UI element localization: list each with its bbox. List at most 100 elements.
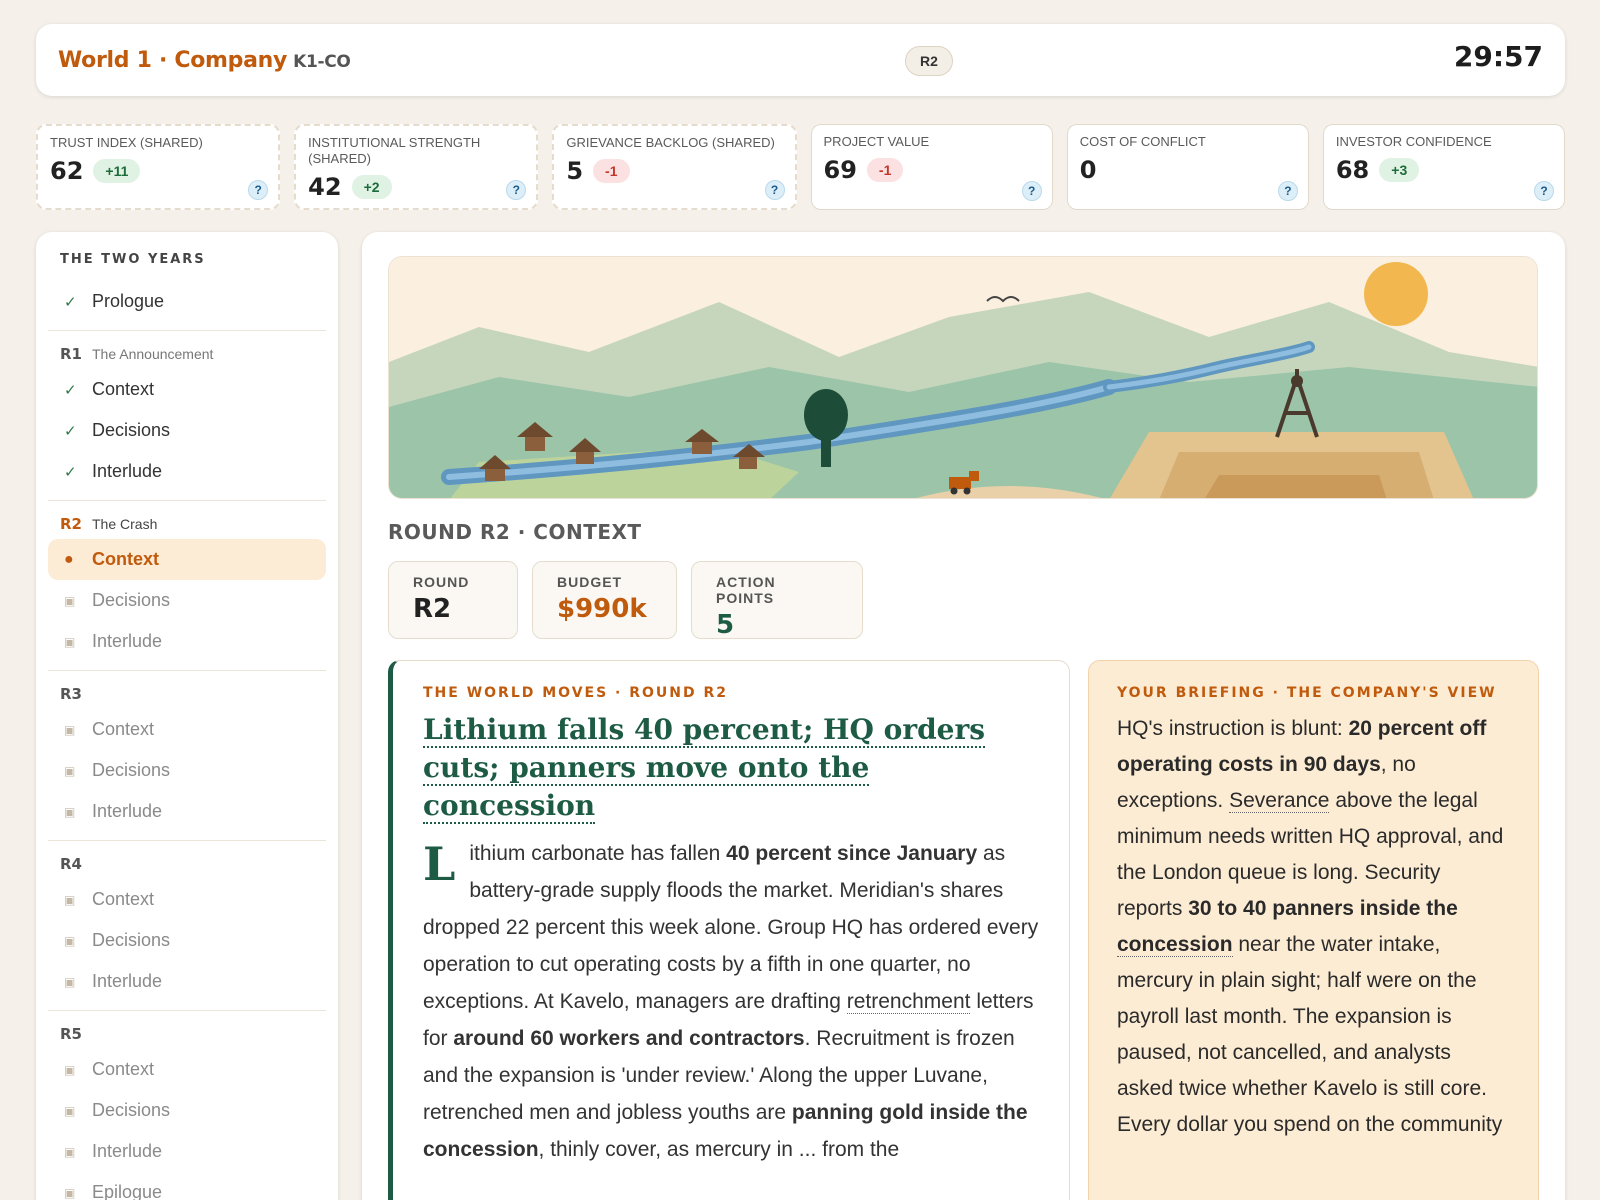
- round-title: The Crash: [92, 516, 158, 532]
- sidebar-item-label: Interlude: [92, 631, 163, 651]
- metric-card: TRUST INDEX (SHARED) 62 +11?: [36, 124, 281, 210]
- emphasis-text: 30 to 40 panners inside the: [1188, 897, 1458, 920]
- main-panel: ROUND R2 · CONTEXT ROUND R2 BUDGET $990k…: [362, 232, 1565, 1200]
- divider: [48, 330, 326, 331]
- metric-value: 5: [566, 157, 584, 185]
- lock-icon: ▣: [64, 1144, 76, 1159]
- body-text: near the water intake, mercury in plain …: [1117, 933, 1503, 1136]
- help-icon[interactable]: ?: [248, 180, 269, 200]
- sidebar-item-label: Interlude: [92, 461, 163, 481]
- help-icon[interactable]: ?: [1277, 181, 1298, 201]
- sidebar: THE TWO YEARS ✓ Prologue R1 The Announcem…: [36, 232, 338, 1200]
- body-text: , thinly cover, as mercury in ... from t…: [538, 1138, 900, 1161]
- metric-label: INVESTOR CONFIDENCE: [1335, 134, 1492, 149]
- action-points-stat-card: ACTION POINTS 5: [691, 561, 863, 640]
- company-code: K1-CO: [293, 51, 351, 72]
- sidebar-item-context[interactable]: ● Context: [48, 539, 326, 580]
- help-icon[interactable]: ?: [764, 180, 785, 200]
- metric-delta-badge: +3: [1379, 158, 1420, 182]
- glossary-term[interactable]: concession: [1117, 933, 1233, 957]
- title-separator: ·: [151, 47, 175, 73]
- sidebar-item-decisions[interactable]: ▣ Decisions: [48, 920, 326, 961]
- briefing-body: HQ's instruction is blunt: 20 percent of…: [1117, 711, 1510, 1143]
- divider: [48, 840, 326, 841]
- budget-stat-card: BUDGET $990k: [532, 561, 677, 639]
- tree-icon: [804, 389, 848, 441]
- glossary-term[interactable]: retrenchment: [846, 990, 971, 1014]
- emphasis-text: 40 percent since January: [726, 842, 978, 865]
- sidebar-item-label: Epilogue: [92, 1182, 163, 1200]
- check-icon: ✓: [64, 381, 77, 399]
- round-heading: R2 The Crash: [48, 515, 326, 533]
- sidebar-item-context[interactable]: ▣ Context: [48, 879, 326, 920]
- sidebar-item-context[interactable]: ▣ Context: [48, 1049, 326, 1090]
- sidebar-item-label: Decisions: [92, 1100, 171, 1120]
- sidebar-item-interlude[interactable]: ✓ Interlude: [48, 451, 326, 492]
- round-stat-card: ROUND R2: [388, 561, 518, 639]
- sidebar-item-decisions[interactable]: ▣ Decisions: [48, 750, 326, 791]
- news-body: Lithium carbonate has fallen 40 percent …: [423, 835, 1039, 1168]
- sidebar-item-label: Context: [92, 549, 159, 569]
- round-code: R2: [60, 515, 82, 533]
- divider: [48, 500, 326, 501]
- divider: [48, 670, 326, 671]
- countdown-timer: 29:57: [1453, 40, 1543, 73]
- metric-delta-badge: +2: [351, 175, 392, 199]
- sidebar-item-label: Prologue: [92, 291, 165, 311]
- sidebar-item-label: Context: [92, 1059, 155, 1079]
- sidebar-item-context[interactable]: ✓ Context: [48, 369, 326, 410]
- round-title: The Announcement: [92, 346, 214, 362]
- lock-icon: ▣: [64, 892, 76, 907]
- stat-value: 5: [716, 610, 735, 640]
- sidebar-item-label: Decisions: [92, 760, 171, 780]
- landscape-illustration: [388, 256, 1538, 499]
- sidebar-item-decisions[interactable]: ▣ Decisions: [48, 1090, 326, 1131]
- briefing-panel: YOUR BRIEFING · THE COMPANY'S VIEW HQ's …: [1088, 660, 1539, 1200]
- briefing-kicker: YOUR BRIEFING · THE COMPANY'S VIEW: [1117, 685, 1497, 701]
- drop-cap: L: [423, 837, 456, 891]
- lock-icon: ▣: [64, 974, 76, 989]
- metric-card: INSTITUTIONAL STRENGTH (SHARED) 42 +2?: [294, 124, 539, 210]
- metric-delta-badge: -1: [593, 159, 630, 183]
- lock-icon: ▣: [64, 763, 76, 778]
- stat-value: $990k: [557, 594, 647, 624]
- sidebar-item-interlude[interactable]: ▣ Interlude: [48, 621, 326, 662]
- emphasis-text: around 60 workers and contractors: [453, 1027, 805, 1050]
- sidebar-item-interlude[interactable]: ▣ Interlude: [48, 961, 326, 1002]
- sidebar-item-prologue[interactable]: ✓ Prologue: [48, 281, 326, 322]
- sidebar-item-label: Decisions: [92, 590, 171, 610]
- world-company-title: World 1 · Company K1-CO: [58, 48, 351, 73]
- lock-icon: ▣: [64, 722, 76, 737]
- sidebar-item-context[interactable]: ▣ Context: [48, 709, 326, 750]
- check-icon: ✓: [64, 293, 77, 311]
- metric-value: 69: [823, 156, 857, 184]
- sidebar-item-label: Interlude: [92, 1141, 163, 1161]
- landscape-svg: [389, 257, 1537, 498]
- metric-label: INSTITUTIONAL STRENGTH (SHARED): [308, 135, 481, 166]
- metric-value: 68: [1335, 156, 1370, 184]
- lock-icon: ▣: [64, 1062, 76, 1077]
- round-code: R3: [60, 685, 82, 703]
- sidebar-item-label: Context: [92, 889, 155, 909]
- help-icon[interactable]: ?: [1534, 181, 1555, 201]
- body-text: ithium carbonate has fallen: [469, 842, 727, 865]
- stat-label: ACTION POINTS: [716, 574, 776, 606]
- help-icon[interactable]: ?: [1021, 181, 1042, 201]
- sidebar-item-decisions[interactable]: ✓ Decisions: [48, 410, 326, 451]
- metric-label: COST OF CONFLICT: [1079, 134, 1206, 149]
- lock-icon: ▣: [64, 804, 76, 819]
- sidebar-item-label: Context: [92, 719, 155, 739]
- round-code: R5: [60, 1025, 82, 1043]
- glossary-term[interactable]: Severance: [1229, 789, 1330, 813]
- round-heading: R4: [48, 855, 326, 873]
- stat-label: BUDGET: [557, 574, 623, 590]
- sidebar-item-label: Decisions: [92, 420, 171, 440]
- sidebar-item-interlude[interactable]: ▣ Interlude: [48, 1131, 326, 1172]
- check-icon: ✓: [64, 463, 77, 481]
- metric-value: 42: [308, 173, 342, 201]
- metric-card: COST OF CONFLICT 0?: [1066, 124, 1309, 210]
- sidebar-item-epilogue[interactable]: ▣ Epilogue: [48, 1172, 326, 1200]
- round-heading: R5: [48, 1025, 326, 1043]
- sidebar-item-decisions[interactable]: ▣ Decisions: [48, 580, 326, 621]
- sidebar-item-interlude[interactable]: ▣ Interlude: [48, 791, 326, 832]
